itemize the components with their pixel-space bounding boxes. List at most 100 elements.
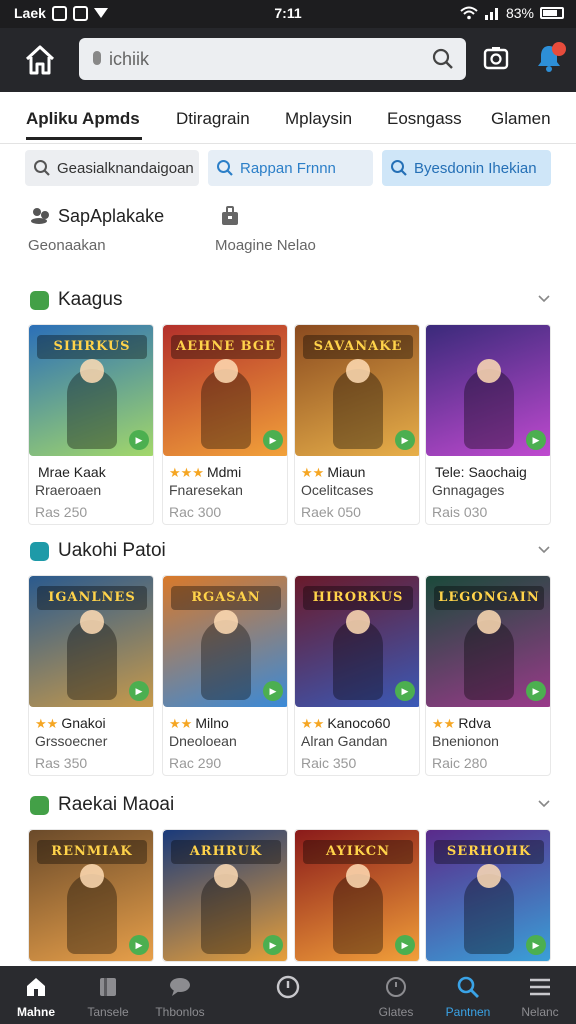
tab-play[interactable]: Mplaysin (285, 109, 352, 129)
nav-home[interactable]: Mahne (0, 966, 72, 1024)
home-button[interactable] (22, 42, 58, 78)
nav-clock[interactable] (252, 966, 324, 1024)
app-thumbnail[interactable]: SAVANAKE ▶ (295, 325, 419, 456)
nav-label: Thbonlos (155, 1005, 205, 1019)
app-thumbnail[interactable]: RENMIAK ▶ (29, 830, 153, 961)
rating-badge-icon: ▶ (526, 681, 546, 701)
shortcut-subtitle: Moagine Nelao (215, 237, 316, 254)
tab-apps[interactable]: Apliku Apmds (26, 109, 140, 129)
filter-chip-3[interactable]: Byesdonin Ihekian (382, 150, 551, 186)
chevron-down-icon[interactable] (538, 544, 550, 556)
app-card[interactable]: ARHRUK ▶ (162, 829, 288, 962)
nav-timer[interactable]: Glates (360, 966, 432, 1024)
star-rating-icon: ★★★ (169, 465, 204, 480)
chat-icon (170, 978, 190, 996)
app-card[interactable]: ▶ Tele: Saochaig Gnnagages Rais 030 (425, 324, 551, 525)
app-name: Kanoco60 (327, 715, 391, 731)
gamepad-icon (30, 796, 49, 815)
character-figure (333, 610, 383, 700)
nav-menu[interactable]: Nelanc (504, 966, 576, 1024)
app-card[interactable]: SIHRKUS ▶ Mrae Kaak Rraeroaen Ras 250 (28, 324, 154, 525)
signal-icon (484, 8, 498, 20)
camera-button[interactable] (482, 44, 510, 72)
app-card[interactable]: LEGONGAIN ▶ ★★ Rdva Bnenionon Raic 280 (425, 575, 551, 776)
app-price: Raic 280 (432, 755, 488, 771)
character-figure (201, 864, 251, 954)
app-card[interactable]: SERHOHK ▶ (425, 829, 551, 962)
app-thumbnail[interactable]: AEHNE BGE ▶ (163, 325, 287, 456)
game-logo: RGASAN (171, 586, 281, 610)
nav-library[interactable]: Tansele (72, 966, 144, 1024)
app-card[interactable]: RGASAN ▶ ★★ Milno Dneoloean Rac 290 (162, 575, 288, 776)
app-price: Rac 290 (169, 755, 222, 771)
status-bar: Laek 7:11 83% (0, 0, 576, 28)
game-logo: HIRORKUS (303, 586, 413, 610)
section-header[interactable]: Uakohi Patoi (0, 537, 576, 567)
app-name: Miaun (327, 464, 366, 480)
app-card[interactable]: AEHNE BGE ▶ ★★★ Mdmi Fnaresekan Rac 300 (162, 324, 288, 525)
filter-chip-1[interactable]: Geasialknandaigoan (25, 150, 199, 186)
shortcut-subtitle: Geonaakan (28, 237, 106, 254)
notifications-button[interactable] (536, 42, 566, 76)
people-icon (31, 208, 49, 224)
app-thumbnail[interactable]: HIRORKUS ▶ (295, 576, 419, 707)
app-thumbnail[interactable]: SIHRKUS ▶ (29, 325, 153, 456)
app-name: Tele: Saochaig (435, 464, 527, 480)
star-icon (30, 542, 49, 561)
app-thumbnail[interactable]: RGASAN ▶ (163, 576, 287, 707)
app-thumbnail[interactable]: AYIKCN ▶ (295, 830, 419, 961)
rating-badge-icon: ▶ (263, 935, 283, 955)
nav-label: Nelanc (521, 1005, 559, 1019)
filter-chip-2[interactable]: Rappan Frnnn (208, 150, 373, 186)
nav-label: Tansele (87, 1005, 129, 1019)
wifi-icon (460, 6, 478, 20)
search-icon[interactable] (432, 48, 454, 70)
app-card[interactable]: SAVANAKE ▶ ★★ Miaun Ocelitcases Raek 050 (294, 324, 420, 525)
app-name-row: Mrae Kaak (29, 456, 153, 482)
nav-label: Mahne (16, 1005, 55, 1019)
tab-diagrams[interactable]: Dtiragrain (176, 109, 250, 129)
rating-badge-icon: ▶ (395, 935, 415, 955)
mic-icon[interactable] (93, 51, 101, 65)
character-figure (464, 610, 514, 700)
chevron-down-icon[interactable] (538, 293, 550, 305)
app-price: Rac 300 (169, 504, 222, 520)
library-icon (100, 978, 116, 996)
search-box[interactable] (79, 38, 466, 80)
app-price: Rais 030 (432, 504, 488, 520)
app-thumbnail[interactable]: IGANLNES ▶ (29, 576, 153, 707)
rating-badge-icon: ▶ (129, 681, 149, 701)
search-icon (217, 160, 233, 176)
app-card[interactable]: AYIKCN ▶ (294, 829, 420, 962)
app-name-row: ★★ Rdva (426, 707, 550, 733)
rating-badge-icon: ▶ (129, 935, 149, 955)
nav-chat[interactable]: Thbonlos (144, 966, 216, 1024)
tab-essentials[interactable]: Eosngass (387, 109, 462, 129)
section-header[interactable]: Raekai Maoai (0, 791, 576, 821)
app-developer: Bnenionon (432, 733, 499, 749)
notification-badge (552, 42, 566, 56)
app-card[interactable]: HIRORKUS ▶ ★★ Kanoco60 Alran Gandan Raic 350 (294, 575, 420, 776)
app-card[interactable]: IGANLNES ▶ ★★ Gnakoi Grssoecner Ras 350 (28, 575, 154, 776)
app-thumbnail[interactable]: ARHRUK ▶ (163, 830, 287, 961)
app-card[interactable]: RENMIAK ▶ (28, 829, 154, 962)
search-input[interactable] (109, 46, 409, 72)
game-logo: LEGONGAIN (434, 586, 544, 610)
app-name: Milno (195, 715, 229, 731)
app-thumbnail[interactable]: ▶ (426, 325, 550, 456)
app-name: Gnakoi (61, 715, 106, 731)
nav-search[interactable]: Pantnen (432, 966, 504, 1024)
tab-games[interactable]: Glamen (491, 109, 551, 129)
app-thumbnail[interactable]: LEGONGAIN ▶ (426, 576, 550, 707)
chevron-down-icon[interactable] (538, 798, 550, 810)
battery-icon (540, 7, 564, 19)
rating-badge-icon: ▶ (263, 430, 283, 450)
game-logo: SAVANAKE (303, 335, 413, 359)
nav-label: Glates (378, 1005, 414, 1019)
section-title: Raekai Maoai (58, 794, 175, 815)
section-header[interactable]: Kaagus (0, 286, 576, 316)
app-developer: Ocelitcases (301, 482, 374, 498)
app-thumbnail[interactable]: SERHOHK ▶ (426, 830, 550, 961)
status-bar-right: 83% (460, 5, 564, 21)
top-app-bar (0, 28, 576, 92)
